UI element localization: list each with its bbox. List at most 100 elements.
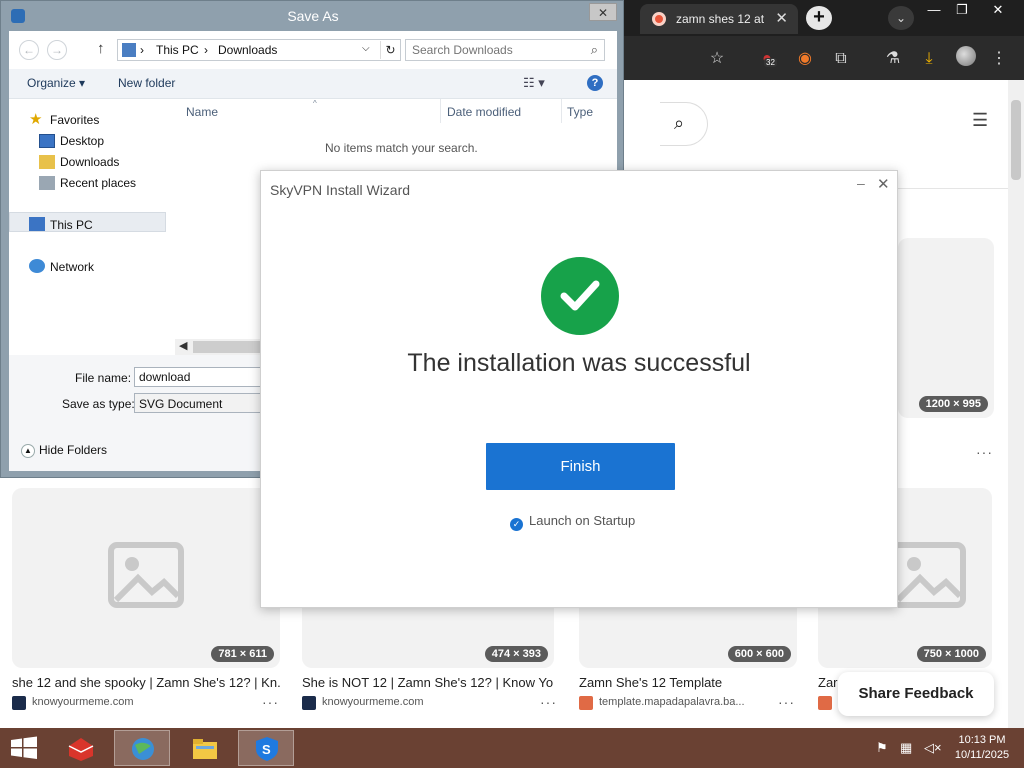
save-as-title: Save As — [287, 8, 339, 24]
clock-time: 10:13 PM — [958, 734, 1006, 746]
browser-restore-button[interactable]: ❐ — [946, 0, 978, 22]
download-icon[interactable]: ⤓ — [918, 48, 940, 70]
column-type[interactable]: Type — [567, 105, 593, 119]
path-separator: › — [140, 43, 144, 57]
launch-on-startup-label: Launch on Startup — [529, 513, 636, 528]
card-title[interactable]: Zamn She's 12 Template — [579, 675, 797, 690]
skyvpn-shield-icon: S — [256, 737, 278, 761]
card-source[interactable]: template.mapadapalavra.ba... — [599, 696, 759, 708]
page-search-button[interactable]: ⌕ — [660, 102, 708, 146]
tab-close-icon[interactable]: ✕ — [775, 9, 788, 27]
image-result-card[interactable]: 781 × 611 — [12, 488, 280, 668]
image-result-card[interactable]: 1200 × 995 — [898, 238, 994, 418]
card-more-icon[interactable]: ··· — [976, 444, 993, 460]
nav-recent-places[interactable]: Recent places — [60, 176, 136, 190]
network-tray-icon[interactable]: ▦ — [900, 740, 912, 756]
downloads-folder-icon — [39, 155, 55, 169]
extension-badge: 32 — [764, 58, 777, 67]
chevron-up-icon: ▲ — [21, 443, 35, 458]
new-tab-button[interactable]: + — [806, 6, 832, 30]
scroll-left-icon[interactable]: ◀ — [179, 339, 187, 352]
flag-error-icon[interactable]: ⚑ — [876, 740, 888, 756]
chevron-down-icon[interactable]: ⌵ — [362, 43, 370, 54]
column-separator — [561, 99, 562, 123]
network-icon — [29, 259, 45, 273]
back-arrow-icon[interactable]: ← — [19, 40, 39, 60]
labs-flask-icon[interactable]: ⚗ — [882, 48, 904, 70]
tab-search-button[interactable]: ⌄ — [888, 6, 914, 30]
image-placeholder-icon — [108, 542, 184, 608]
taskbar: S ⚑ ▦ ◁× 10:13 PM 10/11/2025 — [0, 728, 1024, 768]
card-more-icon[interactable]: ··· — [540, 694, 557, 710]
save-type-label: Save as type: — [62, 397, 135, 411]
source-favicon-icon — [302, 696, 316, 710]
card-title[interactable]: She is NOT 12 | Zamn She's 12? | Know Yo… — [302, 675, 554, 690]
column-separator — [440, 99, 441, 123]
nav-desktop[interactable]: Desktop — [60, 134, 104, 148]
taskbar-app-explorer[interactable] — [176, 730, 232, 766]
profile-avatar[interactable] — [956, 46, 976, 66]
breadcrumb-downloads[interactable]: Downloads — [218, 43, 277, 57]
browser-menu-icon[interactable]: ⋮ — [988, 48, 1010, 70]
card-more-icon[interactable]: ··· — [262, 694, 279, 710]
taskbar-clock[interactable]: 10:13 PM 10/11/2025 — [948, 733, 1016, 763]
wizard-close-button[interactable]: ✕ — [877, 175, 890, 193]
hide-folders-button[interactable]: ▲ Hide Folders — [21, 443, 107, 458]
nav-downloads[interactable]: Downloads — [60, 155, 119, 169]
browser-close-button[interactable]: ✕ — [982, 0, 1014, 22]
windows-start-icon[interactable] — [10, 736, 38, 760]
taskbar-app-red[interactable] — [52, 730, 108, 766]
organize-button[interactable]: Organize ▾ — [27, 76, 85, 90]
new-folder-button[interactable]: New folder — [118, 76, 175, 90]
help-icon[interactable]: ? — [587, 75, 603, 91]
browser-globe-icon — [132, 738, 154, 760]
source-favicon-icon — [579, 696, 593, 710]
file-name-field[interactable] — [134, 367, 264, 387]
extension-orange-icon[interactable]: ◉ — [794, 48, 816, 70]
nav-this-pc[interactable]: This PC — [50, 218, 93, 232]
taskbar-app-skyvpn[interactable]: S — [238, 730, 294, 766]
image-dimensions-badge: 474 × 393 — [484, 646, 548, 662]
card-title[interactable]: she 12 and she spooky | Zamn She's 12? |… — [12, 675, 280, 690]
refresh-icon[interactable]: ↻ — [380, 41, 400, 59]
column-name[interactable]: Name — [186, 105, 218, 119]
nav-network[interactable]: Network — [50, 260, 94, 274]
view-options-icon[interactable]: ☷ ▾ — [523, 75, 545, 91]
search-input[interactable] — [412, 43, 582, 57]
scrollbar-thumb[interactable] — [1011, 100, 1021, 180]
launch-on-startup-checkbox[interactable]: ✓ Launch on Startup — [510, 513, 635, 531]
page-menu-icon[interactable]: ☰ — [972, 110, 988, 131]
svg-text:S: S — [262, 742, 271, 757]
card-more-icon[interactable]: ··· — [778, 694, 795, 710]
share-feedback-button[interactable]: Share Feedback — [838, 672, 994, 716]
column-date-modified[interactable]: Date modified — [447, 105, 521, 119]
breadcrumb-this-pc[interactable]: This PC — [156, 43, 199, 57]
checkbox-checked-icon[interactable]: ✓ — [510, 518, 523, 531]
source-favicon-icon — [12, 696, 26, 710]
tab-favicon-icon — [652, 12, 666, 26]
address-bar[interactable]: › This PC › Downloads ⌵ ↻ — [117, 39, 401, 61]
finish-button[interactable]: Finish — [486, 443, 675, 490]
desktop-icon — [39, 134, 55, 148]
up-arrow-icon[interactable]: ↑ — [97, 40, 105, 57]
page-scrollbar[interactable] — [1008, 80, 1024, 728]
bookmark-star-icon[interactable]: ☆ — [706, 48, 728, 70]
wizard-minimize-button[interactable]: – — [857, 175, 865, 191]
file-name-label: File name: — [75, 371, 132, 385]
extensions-puzzle-icon[interactable]: ⧉ — [830, 48, 852, 70]
sort-caret-icon: ^ — [313, 99, 317, 108]
card-source[interactable]: knowyourmeme.com — [32, 696, 133, 708]
command-bar: Organize ▾ New folder ☷ ▾ ? — [9, 69, 617, 99]
browser-tab[interactable]: zamn shes 12 at ✕ — [640, 4, 798, 34]
volume-muted-icon[interactable]: ◁× — [924, 740, 942, 756]
file-name-input[interactable] — [139, 370, 259, 384]
search-icon[interactable]: ⌕ — [591, 42, 598, 58]
save-as-close-button[interactable]: ✕ — [589, 3, 617, 21]
success-message: The installation was successful — [407, 349, 751, 377]
forward-arrow-icon[interactable]: → — [47, 40, 67, 60]
search-downloads[interactable]: ⌕ — [405, 39, 605, 61]
card-source[interactable]: knowyourmeme.com — [322, 696, 423, 708]
taskbar-app-browser[interactable] — [114, 730, 170, 766]
nav-favorites[interactable]: Favorites — [50, 113, 99, 127]
save-type-select[interactable]: SVG Document — [134, 393, 264, 413]
